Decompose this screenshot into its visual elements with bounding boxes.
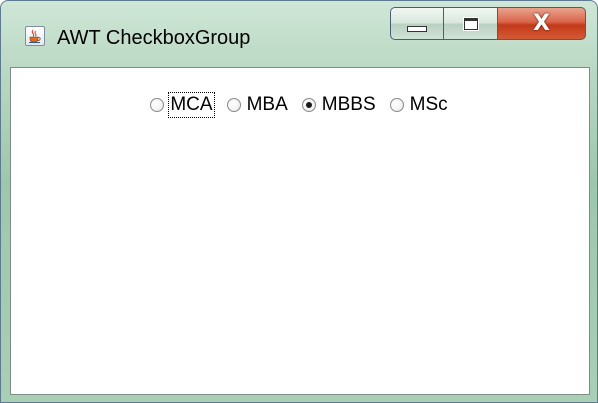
radio-button[interactable] bbox=[389, 98, 404, 112]
radio-option-mbbs[interactable]: MBBS bbox=[301, 92, 378, 118]
radio-label: MBA bbox=[246, 94, 288, 115]
radio-label: MBBS bbox=[321, 94, 376, 115]
minimize-button[interactable] bbox=[390, 7, 444, 40]
minimize-icon bbox=[407, 25, 427, 32]
radio-option-mba[interactable]: MBA bbox=[226, 92, 290, 118]
radio-label: MCA bbox=[168, 92, 215, 118]
window-title: AWT CheckboxGroup bbox=[57, 27, 251, 49]
caption-buttons: X bbox=[390, 7, 586, 40]
app-window: AWT CheckboxGroup X MCA MBA MBBS MSc bbox=[0, 0, 598, 403]
radio-button[interactable] bbox=[150, 98, 165, 112]
radio-option-msc[interactable]: MSc bbox=[389, 92, 450, 118]
radio-button[interactable] bbox=[226, 98, 241, 112]
radio-button-selected[interactable] bbox=[301, 98, 316, 112]
checkbox-group: MCA MBA MBBS MSc bbox=[11, 90, 589, 120]
content-area: MCA MBA MBBS MSc bbox=[10, 67, 590, 395]
java-cup-icon[interactable] bbox=[25, 26, 45, 46]
close-icon: X bbox=[533, 10, 550, 36]
radio-label: MSc bbox=[409, 94, 448, 115]
close-button[interactable]: X bbox=[498, 7, 586, 40]
maximize-icon bbox=[462, 16, 479, 31]
radio-option-mca[interactable]: MCA bbox=[150, 92, 215, 118]
maximize-button[interactable] bbox=[444, 7, 498, 40]
title-bar[interactable]: AWT CheckboxGroup X bbox=[1, 1, 597, 67]
